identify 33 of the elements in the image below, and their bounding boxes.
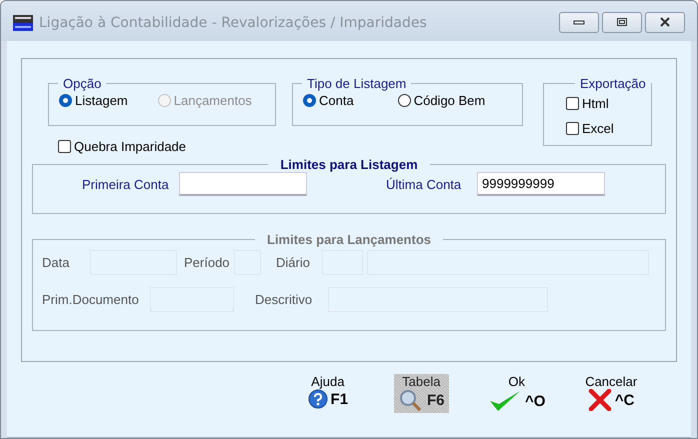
- cross-icon: [588, 389, 612, 411]
- group-legend: Tipo de Listagem: [302, 76, 412, 91]
- input-field[interactable]: 9999999999: [477, 172, 605, 196]
- group-legend: Limites para Lançamentos: [255, 232, 443, 247]
- field-label: Última Conta: [386, 176, 462, 192]
- group-legend: Opção: [58, 76, 106, 91]
- field-label: Diário: [276, 255, 311, 270]
- maximize-icon: [616, 17, 628, 27]
- close-button[interactable]: [645, 12, 685, 32]
- minimize-button[interactable]: [559, 12, 599, 32]
- minimize-icon: [573, 19, 585, 25]
- group-legend: Exportação: [575, 76, 651, 91]
- checkbox[interactable]: Html: [566, 91, 651, 116]
- field-label: Prim.Documento: [42, 292, 140, 307]
- ok-button[interactable]: Ok ^O: [488, 374, 546, 413]
- field-label: Primeira Conta: [82, 176, 170, 192]
- field-label: Período: [184, 255, 231, 270]
- app-icon: [13, 15, 33, 31]
- window-title: Ligação à Contabilidade - Revalorizações / Imparidades: [39, 15, 427, 31]
- cancel-button[interactable]: Cancelar ^C: [584, 374, 638, 413]
- checkbox[interactable]: Excel: [566, 116, 651, 141]
- group-legend: Limites para Listagem: [268, 157, 430, 172]
- help-icon: [308, 389, 328, 409]
- checkbox[interactable]: Quebra Imparidade: [58, 134, 198, 159]
- field-label: Data: [42, 255, 70, 270]
- help-button[interactable]: Ajuda F1: [301, 374, 355, 413]
- radio-option[interactable]: Listagem: [59, 93, 128, 108]
- radio-option[interactable]: Código Bem: [398, 93, 486, 108]
- field-label: Descritivo: [255, 292, 314, 307]
- close-icon: [659, 17, 671, 27]
- input-field[interactable]: [179, 172, 307, 196]
- maximize-button[interactable]: [602, 12, 642, 32]
- radio-option[interactable]: Conta: [303, 93, 354, 108]
